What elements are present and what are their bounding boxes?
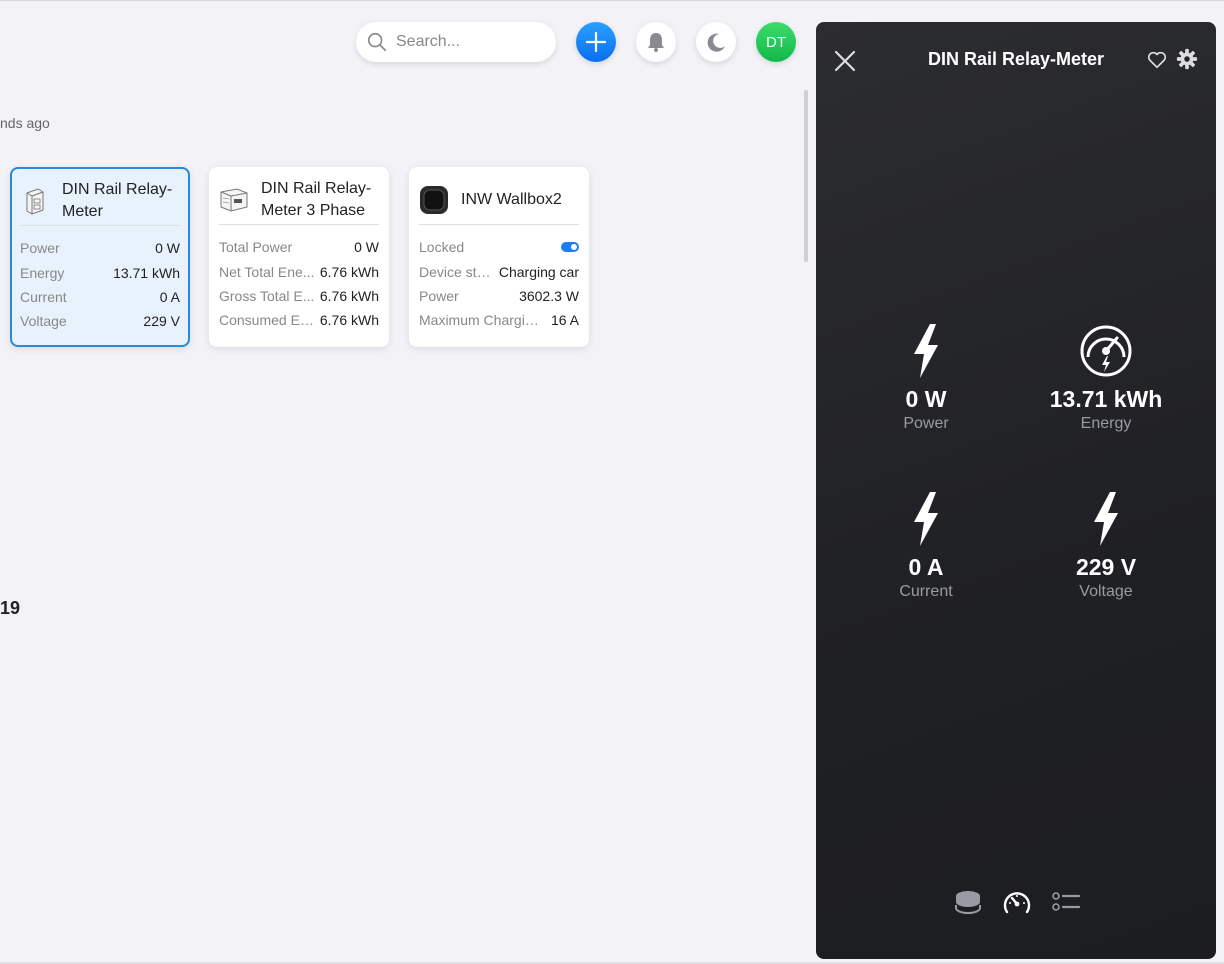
add-button[interactable]	[576, 22, 616, 62]
lightning-icon	[914, 324, 938, 378]
device-card-title: INW Wallbox2	[461, 190, 562, 208]
search-box[interactable]	[356, 22, 556, 62]
property-value: 13.71 kWh	[113, 264, 180, 281]
last-updated-text: nds ago	[0, 115, 50, 131]
moon-icon	[707, 33, 725, 52]
property-value: 0 A	[159, 288, 180, 305]
metric-label: Current	[899, 583, 953, 600]
bell-icon	[648, 33, 664, 52]
device-card-inw-wallbox2[interactable]: INW Wallbox2 Locked Device sta... Chargin…	[409, 167, 589, 347]
gauge-icon	[1003, 892, 1031, 914]
list-item: Power 0 W	[20, 236, 180, 260]
lightning-icon	[1094, 492, 1118, 546]
metric-label: Voltage	[1079, 583, 1133, 600]
device-card-din-rail-relay-meter-3-phase[interactable]: DIN Rail Relay-Meter 3 Phase Total Power…	[209, 167, 389, 347]
device-card-title: DIN Rail Relay-Meter	[62, 180, 173, 220]
property-label: Net Total Ene...	[219, 263, 315, 280]
energy-metric: 13.71 kWh Energy	[1026, 324, 1186, 433]
list-item: Current 0 A	[20, 285, 180, 309]
property-label: Energy	[20, 264, 65, 281]
property-label: Power	[419, 287, 459, 304]
tab-list[interactable]	[1050, 887, 1082, 917]
section-number: 19	[0, 598, 21, 618]
notifications-button[interactable]	[636, 22, 676, 62]
metric-value: 13.71 kWh	[1049, 386, 1163, 412]
gear-icon[interactable]	[1176, 48, 1198, 70]
database-icon	[955, 891, 981, 914]
current-metric: 0 A Current	[846, 492, 1006, 601]
property-value: 0 W	[354, 239, 379, 256]
device-card-title: DIN Rail Relay-Meter 3 Phase	[261, 179, 372, 219]
metric-label: Power	[903, 415, 949, 432]
search-input[interactable]	[396, 33, 546, 51]
property-label: Maximum Chargin...	[419, 312, 543, 329]
list-item: Voltage 229 V	[20, 309, 180, 333]
device-card-din-rail-relay-meter[interactable]: DIN Rail Relay-Meter Power 0 W Energy 13.7…	[10, 167, 190, 347]
property-value: 6.76 kWh	[319, 263, 379, 280]
panel-view-tabs	[952, 887, 1082, 917]
property-value: 3602.3 W	[519, 287, 579, 304]
property-label: Total Power	[219, 239, 293, 256]
relay-meter-icon	[20, 186, 50, 216]
list-item: Consumed En... 6.76 kWh	[219, 308, 379, 332]
property-value: 16 A	[550, 312, 579, 329]
tab-gauge[interactable]	[1001, 887, 1033, 917]
voltage-metric: 229 V Voltage	[1026, 492, 1186, 601]
list-item: Net Total Ene... 6.76 kWh	[219, 259, 379, 283]
dark-mode-button[interactable]	[696, 22, 736, 62]
list-item: Maximum Chargin... 16 A	[419, 308, 579, 332]
locked-toggle[interactable]	[561, 242, 579, 253]
energy-meter-icon	[1080, 325, 1132, 377]
property-label: Power	[20, 240, 60, 257]
property-value: Charging car	[498, 263, 579, 280]
metric-value: 229 V	[1075, 554, 1137, 580]
avatar[interactable]: DT	[756, 22, 796, 62]
list-item: Power 3602.3 W	[419, 284, 579, 308]
property-value: 6.76 kWh	[319, 312, 379, 329]
property-label: Voltage	[20, 313, 67, 330]
tab-database[interactable]	[952, 887, 984, 917]
device-detail-panel: DIN Rail Relay-Meter 0 W Power 13.71 kWh…	[816, 22, 1216, 959]
metric-value: 0 W	[905, 386, 947, 412]
property-value: 6.76 kWh	[319, 287, 379, 304]
list-item: Gross Total E... 6.76 kWh	[219, 284, 379, 308]
property-label: Consumed En...	[219, 312, 315, 329]
property-value: 229 V	[143, 313, 180, 330]
power-metric: 0 W Power	[846, 324, 1006, 433]
top-divider	[0, 0, 1224, 1]
search-icon	[367, 32, 387, 52]
plus-icon	[585, 31, 607, 53]
property-value: 0 W	[155, 240, 180, 257]
lightning-icon	[914, 492, 938, 546]
wallbox-icon	[419, 185, 449, 215]
property-label: Gross Total E...	[219, 287, 315, 304]
three-phase-meter-icon	[219, 185, 249, 215]
scrollbar[interactable]	[804, 90, 808, 262]
list-item: Device sta... Charging car	[419, 259, 579, 283]
list-icon	[1052, 892, 1081, 911]
metric-value: 0 A	[908, 554, 944, 580]
list-item: Total Power 0 W	[219, 235, 379, 259]
list-item: Energy 13.71 kWh	[20, 260, 180, 284]
metric-label: Energy	[1080, 415, 1132, 432]
property-label: Locked	[419, 239, 465, 256]
property-label: Device sta...	[419, 263, 495, 280]
heart-icon[interactable]	[1146, 49, 1168, 71]
list-item: Locked	[419, 235, 579, 259]
property-label: Current	[20, 288, 67, 305]
